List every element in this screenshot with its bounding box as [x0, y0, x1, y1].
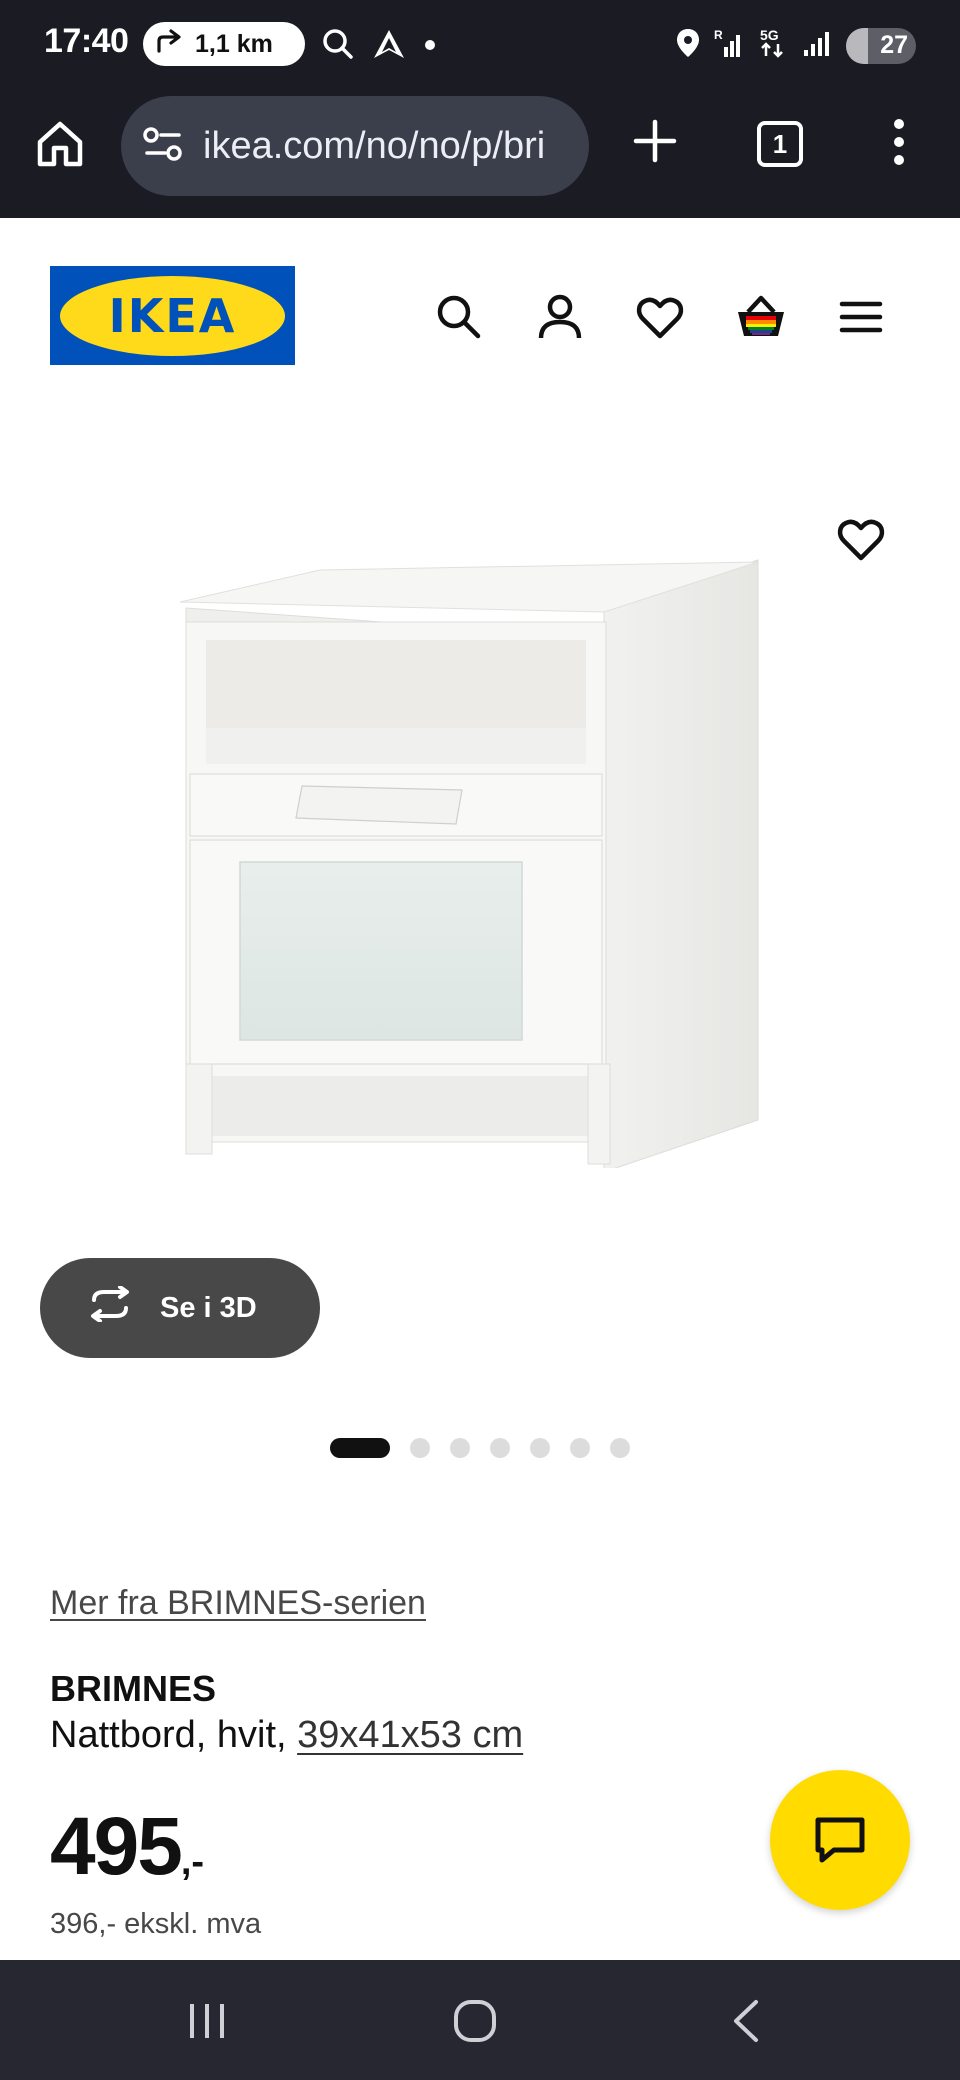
- pagination-dot-2[interactable]: [410, 1438, 430, 1458]
- image-pagination[interactable]: [330, 1438, 630, 1458]
- hamburger-menu-icon: [839, 301, 883, 333]
- favorites-icon: [636, 297, 684, 339]
- pagination-dot-6[interactable]: [570, 1438, 590, 1458]
- address-bar[interactable]: ikea.com/no/no/p/bri: [121, 96, 589, 196]
- system-navigation-bar: [0, 1960, 960, 2080]
- chat-button[interactable]: [770, 1770, 910, 1910]
- home-icon: [37, 121, 83, 167]
- cart-icon: [738, 295, 784, 336]
- account-button[interactable]: [535, 292, 585, 342]
- heart-icon: [837, 519, 885, 561]
- price-main: 495: [50, 1801, 183, 1892]
- site-settings-icon[interactable]: [143, 126, 183, 167]
- svg-text:R: R: [714, 28, 723, 42]
- view-in-3d-button[interactable]: Se i 3D: [40, 1258, 320, 1358]
- product-dimensions-link[interactable]: 39x41x53 cm: [297, 1714, 523, 1756]
- browser-menu-button[interactable]: [884, 118, 914, 166]
- chat-icon: [815, 1817, 865, 1863]
- notification-dot-icon: [424, 38, 436, 56]
- tab-count: 1: [772, 128, 788, 159]
- product-type: Nattbord, hvit,: [50, 1714, 298, 1756]
- product-price: 495,-: [50, 1800, 204, 1894]
- tab-switcher-button[interactable]: 1: [757, 121, 803, 167]
- more-menu-icon: [894, 119, 904, 165]
- cart-button[interactable]: [734, 292, 788, 342]
- rotate-3d-icon: [84, 1285, 136, 1330]
- pagination-dot-7[interactable]: [610, 1438, 630, 1458]
- recent-apps-button[interactable]: [182, 1996, 232, 2046]
- browser-home-button[interactable]: [34, 118, 86, 170]
- navigation-chip[interactable]: 1,1 km: [143, 22, 311, 66]
- product-description: Nattbord, hvit, 39x41x53 cm: [50, 1714, 523, 1757]
- logo-ellipse: IKEA: [60, 275, 285, 356]
- account-icon: [538, 294, 582, 339]
- navigation-distance: 1,1 km: [195, 29, 273, 58]
- network-5g-icon: 5G: [758, 26, 788, 65]
- search-button[interactable]: [434, 292, 484, 342]
- site-header: IKEA: [0, 218, 960, 378]
- home-circle-icon: [454, 2000, 496, 2042]
- view-in-3d-label: Se i 3D: [160, 1291, 257, 1324]
- browser-toolbar: ikea.com/no/no/p/bri 1: [0, 90, 960, 218]
- favorites-button[interactable]: [635, 292, 685, 342]
- svg-text:5G: 5G: [760, 27, 779, 43]
- status-bar: 17:40 1,1 km R 5G 27: [0, 0, 960, 90]
- signal-icon: [802, 28, 832, 63]
- price-suffix: ,-: [180, 1841, 205, 1883]
- ikea-logo[interactable]: IKEA: [50, 266, 295, 365]
- search-icon: [322, 28, 354, 65]
- new-tab-icon: [633, 119, 677, 163]
- price-excl-vat: 396,- ekskl. mva: [50, 1908, 262, 1940]
- search-icon: [437, 295, 481, 339]
- url-text[interactable]: ikea.com/no/no/p/bri: [203, 125, 545, 168]
- series-link[interactable]: Mer fra BRIMNES-serien: [50, 1584, 426, 1623]
- navigation-chip-edge: [289, 22, 311, 66]
- add-to-favorites-button[interactable]: [836, 514, 886, 564]
- clock: 17:40: [44, 22, 129, 60]
- navigation-arrow-icon: [372, 28, 406, 65]
- system-home-button[interactable]: [450, 1996, 500, 2046]
- system-back-button[interactable]: [722, 1996, 772, 2046]
- pagination-dot-4[interactable]: [490, 1438, 510, 1458]
- directions-icon: [155, 27, 187, 62]
- recent-apps-icon: [190, 2004, 224, 2038]
- product-image-nightstand[interactable]: [170, 528, 790, 1168]
- new-tab-button[interactable]: [632, 118, 678, 164]
- battery-icon: 27: [846, 27, 916, 64]
- back-chevron-icon: [734, 2000, 758, 2042]
- product-name: BRIMNES: [50, 1668, 217, 1709]
- product-gallery[interactable]: Se i 3D: [0, 378, 960, 1478]
- pagination-dot-3[interactable]: [450, 1438, 470, 1458]
- main-menu-button[interactable]: [836, 292, 886, 342]
- pagination-dot-1[interactable]: [330, 1438, 390, 1458]
- pagination-dot-5[interactable]: [530, 1438, 550, 1458]
- battery-level: 27: [880, 31, 908, 59]
- roaming-signal-icon: R: [714, 27, 744, 64]
- location-icon: [676, 28, 700, 63]
- logo-text: IKEA: [108, 288, 237, 343]
